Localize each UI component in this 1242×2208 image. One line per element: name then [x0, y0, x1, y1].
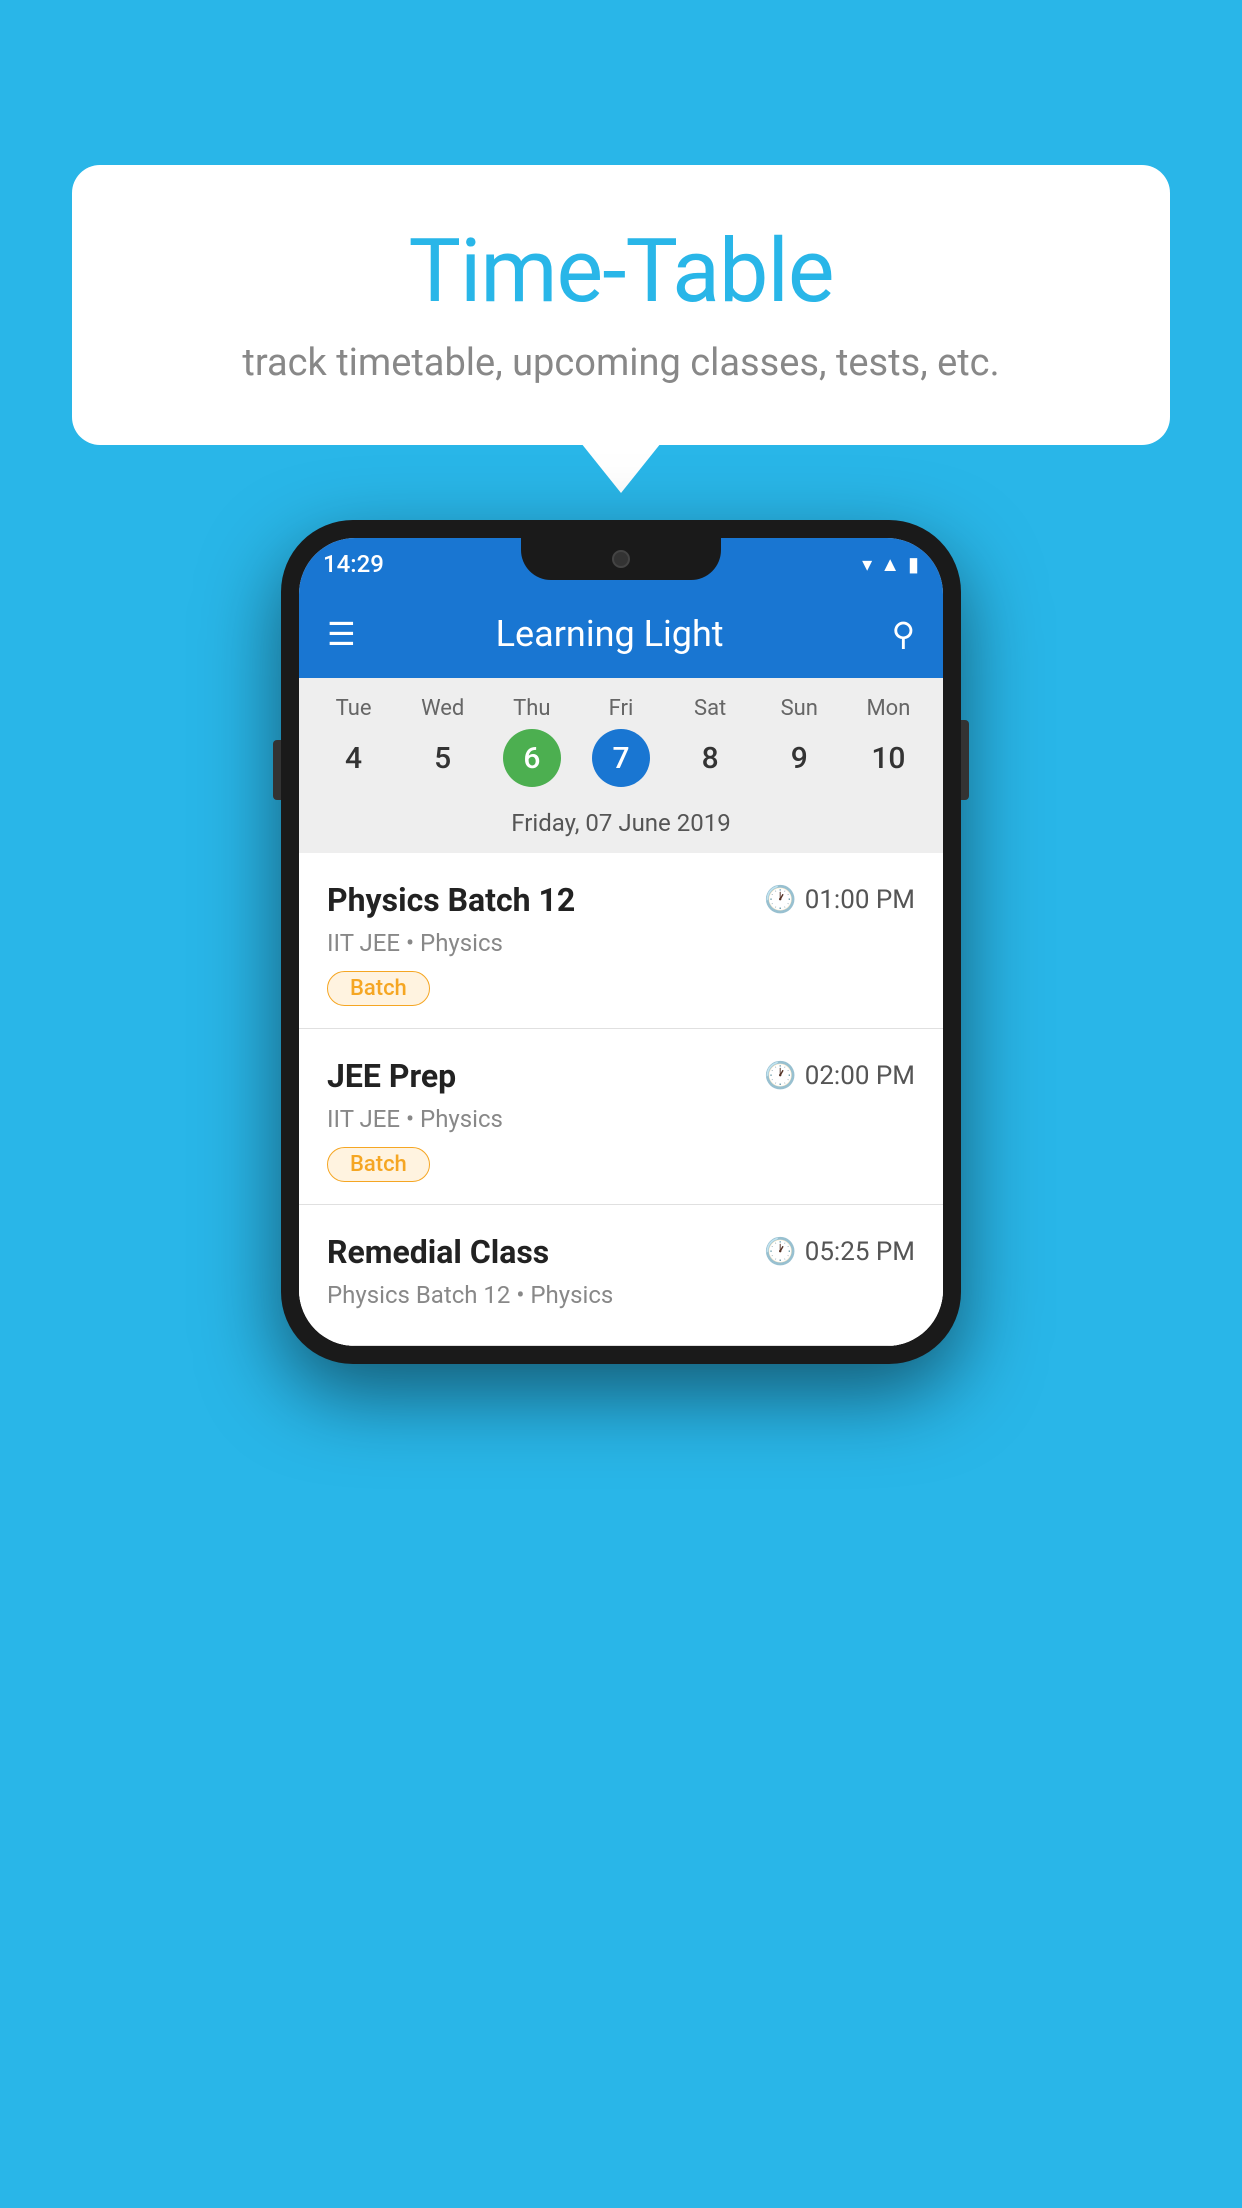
days-row: Tue 4 Wed 5 Thu 6 Fri 7 Sat 8 Sun 9 Mon 10 [299, 696, 943, 787]
event-time: 🕐 02:00 PM [764, 1061, 915, 1091]
event-item[interactable]: Remedial Class 🕐 05:25 PM Physics Batch 12 … [299, 1205, 943, 1346]
page-subtitle: track timetable, upcoming classes, tests… [132, 341, 1110, 385]
day-label: Sun [781, 696, 818, 721]
event-item[interactable]: JEE Prep 🕐 02:00 PM IIT JEE • Physics Batch [299, 1029, 943, 1205]
phone-screen: 14:29 ▾ ▲ ▮ ☰ Learning Light ⚲ Tue4Wed5T… [299, 538, 943, 1346]
day-column[interactable]: Fri 7 [580, 696, 662, 787]
power-button [961, 720, 969, 800]
phone-mockup: 14:29 ▾ ▲ ▮ ☰ Learning Light ⚲ Tue4Wed5T… [281, 520, 961, 1364]
phone-frame: 14:29 ▾ ▲ ▮ ☰ Learning Light ⚲ Tue4Wed5T… [281, 520, 961, 1364]
event-time-text: 02:00 PM [805, 1061, 915, 1091]
day-number[interactable]: 10 [859, 729, 917, 787]
wifi-icon: ▾ [862, 552, 872, 576]
app-bar: ☰ Learning Light ⚲ [299, 590, 943, 678]
event-time-text: 01:00 PM [805, 885, 915, 915]
selected-date-label: Friday, 07 June 2019 [299, 797, 943, 853]
clock-icon: 🕐 [764, 1061, 796, 1091]
event-time: 🕐 05:25 PM [764, 1237, 915, 1267]
day-label: Thu [513, 696, 550, 721]
day-column[interactable]: Thu 6 [491, 696, 573, 787]
event-title: Remedial Class [327, 1233, 549, 1271]
day-label: Wed [421, 696, 464, 721]
day-label: Tue [336, 696, 372, 721]
search-icon[interactable]: ⚲ [892, 615, 915, 653]
day-number[interactable]: 5 [414, 729, 472, 787]
event-title: Physics Batch 12 [327, 881, 575, 919]
app-title: Learning Light [328, 613, 892, 655]
event-item[interactable]: Physics Batch 12 🕐 01:00 PM IIT JEE • Physi… [299, 853, 943, 1029]
day-column[interactable]: Tue 4 [313, 696, 395, 787]
event-time-text: 05:25 PM [805, 1237, 915, 1267]
day-column[interactable]: Wed 5 [402, 696, 484, 787]
day-column[interactable]: Sat 8 [669, 696, 751, 787]
day-number[interactable]: 8 [681, 729, 739, 787]
status-time: 14:29 [323, 550, 384, 578]
status-icons: ▾ ▲ ▮ [862, 552, 919, 577]
front-camera [612, 550, 630, 568]
calendar-section: Tue 4 Wed 5 Thu 6 Fri 7 Sat 8 Sun 9 Mon 10 Friday, 07… [299, 678, 943, 853]
batch-badge: Batch [327, 1147, 430, 1182]
event-meta: Physics Batch 12 • Physics [327, 1281, 915, 1309]
speech-bubble: Time-Table track timetable, upcoming cla… [72, 165, 1170, 445]
volume-button [273, 740, 281, 800]
day-label: Sat [694, 696, 726, 721]
clock-icon: 🕐 [764, 885, 796, 915]
day-number[interactable]: 9 [770, 729, 828, 787]
clock-icon: 🕐 [764, 1237, 796, 1267]
day-column[interactable]: Mon 10 [847, 696, 929, 787]
day-column[interactable]: Sun 9 [758, 696, 840, 787]
events-list: Physics Batch 12 🕐 01:00 PM IIT JEE • Physi… [299, 853, 943, 1346]
day-number[interactable]: 7 [592, 729, 650, 787]
event-time: 🕐 01:00 PM [764, 885, 915, 915]
signal-icon: ▲ [880, 552, 900, 577]
day-number[interactable]: 4 [325, 729, 383, 787]
event-meta: IIT JEE • Physics [327, 1105, 915, 1133]
phone-notch [521, 538, 721, 580]
day-label: Fri [609, 696, 634, 721]
page-title: Time-Table [132, 220, 1110, 323]
event-meta: IIT JEE • Physics [327, 929, 915, 957]
battery-icon: ▮ [908, 552, 919, 576]
day-label: Mon [866, 696, 910, 721]
batch-badge: Batch [327, 971, 430, 1006]
day-number[interactable]: 6 [503, 729, 561, 787]
event-title: JEE Prep [327, 1057, 456, 1095]
